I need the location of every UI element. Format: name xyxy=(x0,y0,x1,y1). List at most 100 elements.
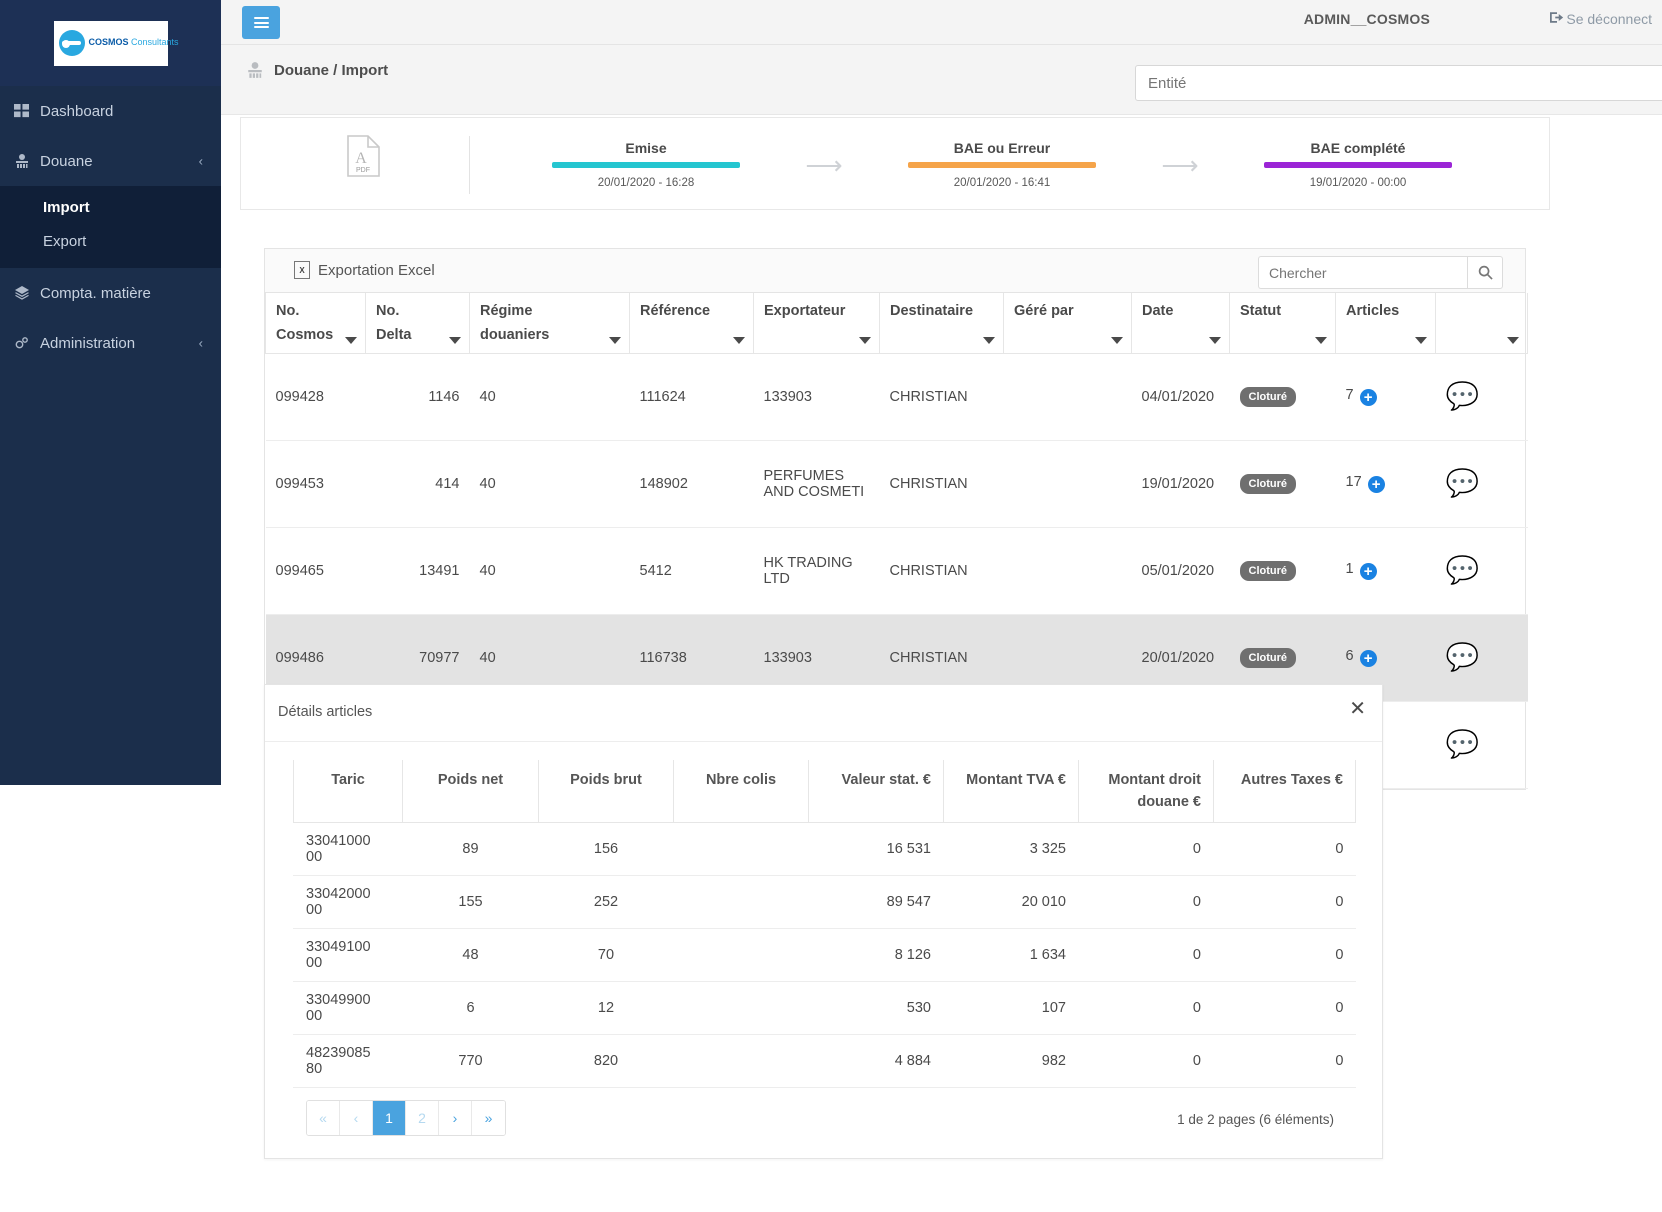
sort-caret-icon[interactable] xyxy=(1415,336,1427,344)
pagination-first-button[interactable]: « xyxy=(307,1100,340,1135)
cell-taric: 33049900 00 xyxy=(293,981,403,1035)
table-row[interactable]: 099428 1146 40 111624 133903 CHRISTIAN 0… xyxy=(265,353,1528,441)
cell-statut: Cloturé xyxy=(1229,527,1336,615)
column-header-exportateur[interactable]: Exportateur xyxy=(753,293,880,354)
sort-caret-icon[interactable] xyxy=(1507,336,1519,344)
column-header-gere-par[interactable]: Géré par xyxy=(1003,293,1132,354)
logout-button[interactable]: Se déconnect xyxy=(1550,11,1652,27)
sidebar: COSMOS Consultants Dashboard Douane ‹ Im… xyxy=(0,0,221,785)
cell-taric: 48239085 80 xyxy=(293,1034,403,1088)
expand-plus-icon[interactable]: + xyxy=(1367,476,1385,493)
sort-caret-icon[interactable] xyxy=(1111,336,1123,344)
status-badge: Cloturé xyxy=(1239,473,1296,494)
col-line1: Taric xyxy=(331,772,365,788)
cell-autres-taxes: 0 xyxy=(1213,822,1356,876)
comment-bubble-icon[interactable]: 💬 xyxy=(1446,468,1480,498)
search-button[interactable] xyxy=(1467,256,1503,289)
comment-bubble-icon[interactable]: 💬 xyxy=(1446,555,1480,585)
cell-autres-taxes: 0 xyxy=(1213,1034,1356,1088)
pagination-prev-button[interactable]: ‹ xyxy=(340,1100,373,1135)
sort-caret-icon[interactable] xyxy=(859,336,871,344)
status-step-date: 20/01/2020 - 16:41 xyxy=(953,177,1051,189)
sort-caret-icon[interactable] xyxy=(1315,336,1327,344)
column-header-articles[interactable]: Articles xyxy=(1335,293,1436,354)
chevron-left-icon[interactable]: ‹ xyxy=(199,336,203,351)
sidebar-subitem-label: Import xyxy=(43,198,90,216)
sort-caret-icon[interactable] xyxy=(449,336,461,344)
cell-regime: 40 xyxy=(469,440,630,528)
sidebar-item-douane[interactable]: Douane ‹ xyxy=(0,136,221,186)
officer-icon xyxy=(246,61,264,79)
cell-comment: 💬 xyxy=(1435,440,1528,528)
column-header-no-delta[interactable]: No. Delta xyxy=(365,293,470,354)
comment-bubble-icon[interactable]: 💬 xyxy=(1446,381,1480,411)
expand-plus-icon[interactable]: + xyxy=(1359,563,1377,580)
status-step-date: 20/01/2020 - 16:28 xyxy=(597,177,695,189)
status-step: BAE ou Erreur 20/01/2020 - 16:41 xyxy=(857,140,1147,189)
sidebar-item-administration[interactable]: Administration ‹ xyxy=(0,318,221,368)
logout-label: Se déconnect xyxy=(1566,11,1652,27)
cell-articles: 17 + xyxy=(1335,440,1436,528)
hamburger-menu-button[interactable] xyxy=(242,6,280,39)
sidebar-item-import[interactable]: Import xyxy=(0,190,221,224)
sort-caret-icon[interactable] xyxy=(733,336,745,344)
status-step-label: Emise xyxy=(625,140,667,156)
pagination-last-button[interactable]: » xyxy=(472,1100,505,1135)
sort-caret-icon[interactable] xyxy=(609,336,621,344)
entity-input[interactable] xyxy=(1135,65,1662,101)
table-row[interactable]: 099453 414 40 148902 PERFUMES AND COSMET… xyxy=(265,440,1528,528)
cell-valeur-stat: 8 126 xyxy=(808,928,944,982)
cell-nbre-colis xyxy=(673,822,809,876)
comment-bubble-icon[interactable]: 💬 xyxy=(1446,729,1480,759)
sidebar-item-dashboard[interactable]: Dashboard xyxy=(0,86,221,136)
column-header-date[interactable]: Date xyxy=(1131,293,1230,354)
cell-no-cosmos: 099428 xyxy=(265,353,366,441)
pdf-file-icon[interactable]: PDF A xyxy=(346,135,380,177)
column-header-destinataire[interactable]: Destinataire xyxy=(879,293,1004,354)
chevron-left-icon[interactable]: ‹ xyxy=(199,154,203,169)
sort-caret-icon[interactable] xyxy=(983,336,995,344)
col-line1: Date xyxy=(1142,303,1174,319)
col-line1: Autres Taxes € xyxy=(1240,772,1343,788)
sort-caret-icon[interactable] xyxy=(1209,336,1221,344)
current-user-label: ADMIN__COSMOS xyxy=(1303,11,1430,27)
column-header-no-cosmos[interactable]: No. Cosmos xyxy=(265,293,366,354)
cell-no-delta: 414 xyxy=(365,440,470,528)
details-col-taric: Taric xyxy=(293,760,403,823)
expand-plus-icon[interactable]: + xyxy=(1359,650,1377,667)
column-header-regime-douaniers[interactable]: Régime douaniers xyxy=(469,293,630,354)
column-header-statut[interactable]: Statut xyxy=(1229,293,1336,354)
pagination-next-button[interactable]: › xyxy=(439,1100,472,1135)
details-col-valeur-stat: Valeur stat. € xyxy=(808,760,944,823)
sidebar-item-compta-matiere[interactable]: Compta. matière xyxy=(0,268,221,318)
status-steps: Emise 20/01/2020 - 16:28 ⟶ BAE ou Erreur… xyxy=(501,118,1549,211)
pagination-page-2[interactable]: 2 xyxy=(406,1100,439,1135)
col-line1: Poids net xyxy=(437,772,504,788)
column-header-actions[interactable] xyxy=(1435,293,1528,354)
comment-bubble-icon[interactable]: 💬 xyxy=(1446,642,1480,672)
col-line1: Référence xyxy=(640,303,711,319)
details-row: 33041000 00 89 156 16 531 3 325 0 0 xyxy=(293,822,1356,876)
sort-caret-icon[interactable] xyxy=(345,336,357,344)
pagination-page-1[interactable]: 1 xyxy=(373,1100,406,1135)
sidebar-item-export[interactable]: Export xyxy=(0,224,221,258)
expand-plus-icon[interactable]: + xyxy=(1359,389,1377,406)
cell-exportateur: 133903 xyxy=(753,353,880,441)
cell-gere-par xyxy=(1003,440,1132,528)
close-icon[interactable]: ✕ xyxy=(1349,699,1366,719)
table-row[interactable]: 099465 13491 40 5412 HK TRADING LTD CHRI… xyxy=(265,527,1528,615)
cell-reference: 111624 xyxy=(629,353,754,441)
column-header-reference[interactable]: Référence xyxy=(629,293,754,354)
arrow-right-icon: ⟶ xyxy=(1161,149,1199,180)
col-line1: Articles xyxy=(1346,303,1400,319)
article-details-title: Détails articles xyxy=(278,704,373,720)
breadcrumb: Douane / Import xyxy=(246,61,388,79)
cell-valeur-stat: 530 xyxy=(808,981,944,1035)
cell-valeur-stat: 89 547 xyxy=(808,875,944,929)
search-input[interactable] xyxy=(1258,256,1467,289)
cell-autres-taxes: 0 xyxy=(1213,981,1356,1035)
sign-out-icon xyxy=(1550,11,1564,27)
cell-taric: 33041000 00 xyxy=(293,822,403,876)
topbar: ADMIN__COSMOS Se déconnect xyxy=(221,0,1662,45)
excel-export-button[interactable]: X Exportation Excel xyxy=(294,261,435,279)
